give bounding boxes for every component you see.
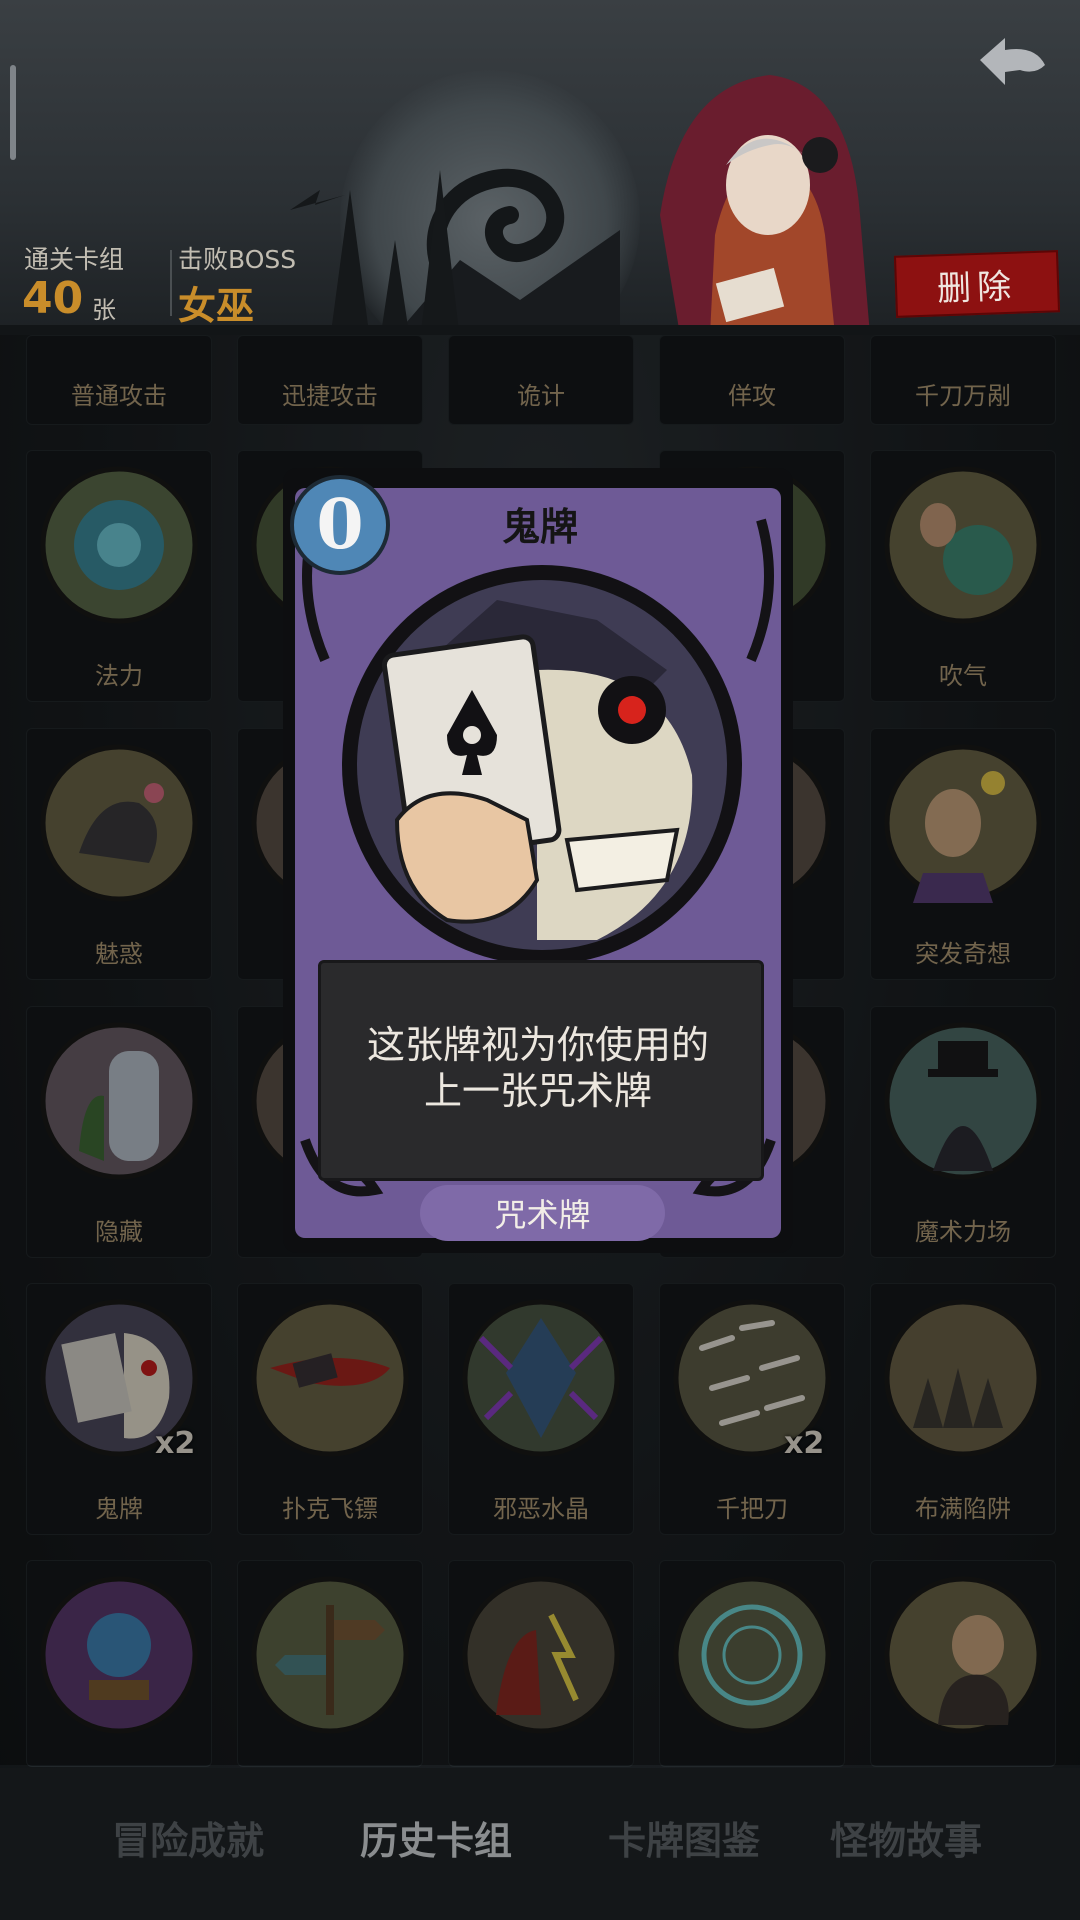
hide-card-icon	[40, 1022, 198, 1180]
card-type-label: 咒术牌	[420, 1185, 665, 1241]
card-count-multiplier: x2	[784, 1426, 825, 1461]
card-name: 布满陷阱	[915, 1495, 1011, 1523]
card-name: 突发奇想	[915, 940, 1011, 968]
card-count-multiplier: x2	[155, 1426, 196, 1461]
witch-boss-portrait	[660, 75, 870, 335]
card-name: 千把刀	[716, 1495, 788, 1523]
magic-field-card-icon	[884, 1022, 1042, 1180]
signpost-card-icon	[251, 1576, 409, 1734]
card-tile[interactable]: 法力	[26, 450, 212, 702]
boss-name: 女巫	[178, 284, 255, 328]
card-tile[interactable]: 隐藏	[26, 1006, 212, 1258]
cleared-deck-unit: 张	[92, 296, 116, 324]
card-tile[interactable]: 邪恶水晶	[448, 1283, 634, 1535]
card-tile[interactable]: 迅捷攻击	[237, 335, 423, 425]
tab-adventure-achievements[interactable]: 冒险成就	[112, 1810, 264, 1865]
shadow-beast-card-icon	[462, 1576, 620, 1734]
card-name: 吹气	[939, 662, 987, 690]
stat-divider	[170, 250, 172, 316]
card-cost-badge: 0	[290, 475, 390, 575]
card-name: 法力	[95, 662, 143, 690]
mana-card-icon	[40, 466, 198, 624]
charm-card-icon	[40, 744, 198, 902]
joker-skull-card-art	[342, 565, 742, 965]
crystal-ball-card-icon	[40, 1576, 198, 1734]
card-tile[interactable]	[659, 1560, 845, 1767]
card-name: 诡计	[517, 382, 565, 410]
boss-label: 击败BOSS	[178, 245, 297, 274]
blow-card-icon	[884, 466, 1042, 624]
cleared-deck-count: 40	[22, 273, 84, 324]
tab-history-deck[interactable]: 历史卡组	[360, 1810, 512, 1865]
pine-trees-illustration	[290, 170, 460, 335]
card-name: 千刀万剐	[915, 382, 1011, 410]
card-name: 佯攻	[728, 382, 776, 410]
card-tile[interactable]: 布满陷阱	[870, 1283, 1056, 1535]
card-description-line: 上一张咒术牌	[423, 1069, 652, 1113]
tab-monster-stories[interactable]: 怪物故事	[830, 1810, 982, 1865]
card-name: 普通攻击	[71, 382, 167, 410]
delete-button[interactable]: 删除	[893, 250, 1061, 318]
evil-crystal-card-icon	[462, 1299, 620, 1457]
card-title: 鬼牌	[501, 505, 578, 549]
card-name: 魅惑	[95, 940, 143, 968]
cleared-deck-label: 通关卡组	[24, 245, 125, 274]
card-tile[interactable]: x2 千把刀	[659, 1283, 845, 1535]
card-tile[interactable]	[870, 1560, 1056, 1767]
card-tile[interactable]: 千刀万剐	[870, 335, 1056, 425]
card-tile[interactable]	[237, 1560, 423, 1767]
card-name: 隐藏	[95, 1218, 143, 1246]
card-name: 扑克飞镖	[282, 1495, 378, 1523]
card-tile[interactable]: 诡计	[448, 335, 634, 425]
full-of-traps-card-icon	[884, 1299, 1042, 1457]
card-tile[interactable]	[26, 1560, 212, 1767]
card-name: 魔术力场	[915, 1218, 1011, 1246]
card-tile[interactable]: 魅惑	[26, 728, 212, 980]
header-banner: 通关卡组 40 张 击败BOSS 女巫 删除	[0, 0, 1080, 335]
poker-dart-card-icon	[251, 1299, 409, 1457]
card-tile[interactable]: 普通攻击	[26, 335, 212, 425]
magic-circle-card-icon	[673, 1576, 831, 1734]
header-divider	[0, 325, 1080, 335]
card-tile[interactable]: 突发奇想	[870, 728, 1056, 980]
card-tile[interactable]	[448, 1560, 634, 1767]
card-name: 迅捷攻击	[282, 382, 378, 410]
card-tile[interactable]: x2 鬼牌	[26, 1283, 212, 1535]
card-description: 这张牌视为你使用的 上一张咒术牌	[318, 1022, 758, 1114]
card-name: 邪恶水晶	[493, 1495, 589, 1523]
card-name: 鬼牌	[95, 1495, 143, 1523]
scrollbar[interactable]	[10, 65, 16, 160]
card-description-line: 这张牌视为你使用的	[366, 1023, 709, 1067]
hunchback-card-icon	[884, 1576, 1042, 1734]
card-tile[interactable]: 魔术力场	[870, 1006, 1056, 1258]
card-tile[interactable]: 佯攻	[659, 335, 845, 425]
sudden-idea-card-icon	[884, 744, 1042, 903]
card-tile[interactable]: 吹气	[870, 450, 1056, 702]
tab-card-encyclopedia[interactable]: 卡牌图鉴	[608, 1810, 760, 1865]
card-tile[interactable]: 扑克飞镖	[237, 1283, 423, 1535]
back-arrow-icon[interactable]	[975, 30, 1050, 95]
